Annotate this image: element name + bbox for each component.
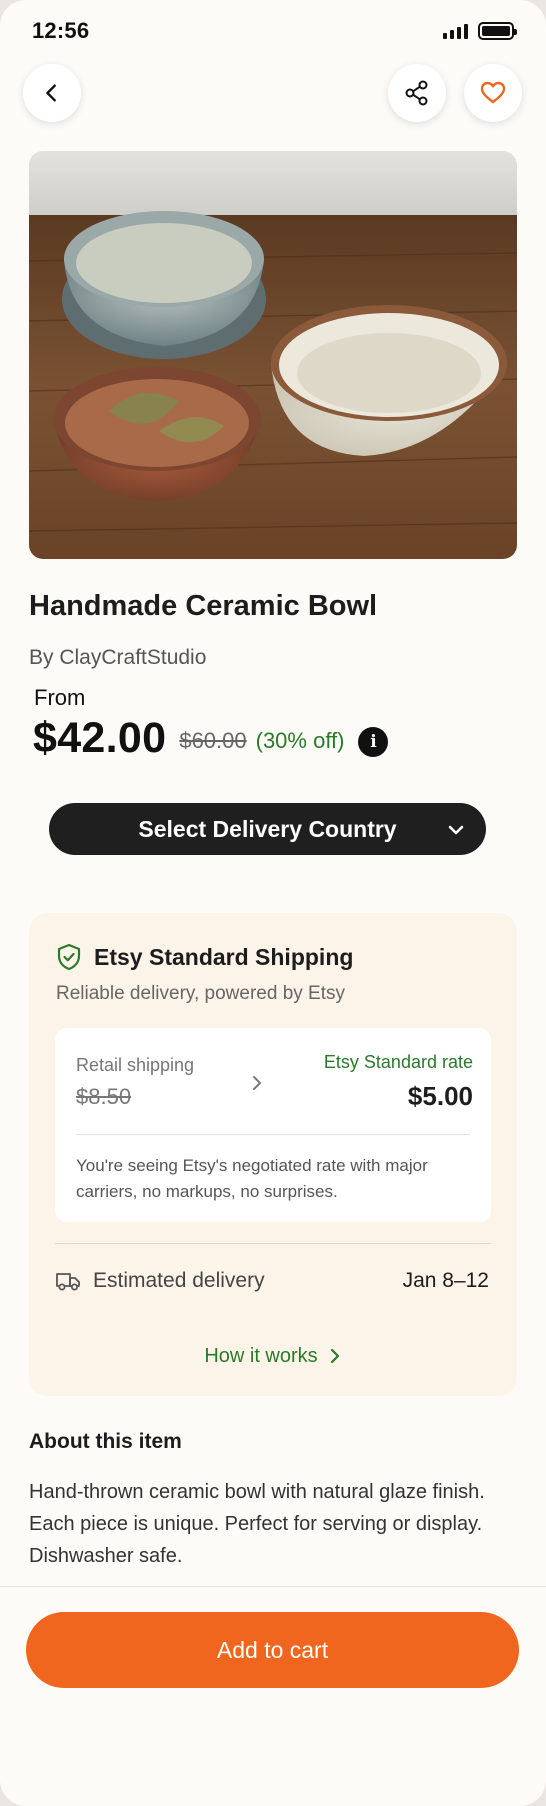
price: $42.00 [33, 713, 167, 762]
add-to-cart-label: Add to cart [216, 1636, 329, 1663]
status-icons [443, 22, 517, 40]
rate-comparison: Retail shipping $8.50 Etsy Standard rate… [55, 1028, 491, 1222]
divider [76, 1134, 470, 1135]
heart-icon [480, 81, 506, 104]
seller-link[interactable]: By ClayCraftStudio [29, 646, 206, 670]
product-image[interactable] [29, 151, 517, 559]
add-to-cart-button[interactable]: Add to cart [26, 1612, 519, 1688]
how-it-works-label: How it works [204, 1344, 318, 1367]
signal-icon [443, 23, 468, 39]
battery-icon [478, 22, 517, 40]
status-time: 12:56 [32, 18, 90, 43]
back-button[interactable] [23, 64, 81, 122]
estimated-delivery-label: Estimated delivery [93, 1269, 265, 1292]
from-label: From [34, 685, 86, 710]
price-row: $42.00 $60.00 (30% off) i [33, 712, 389, 764]
chevron-right-icon [253, 1076, 261, 1090]
about-title: About this item [29, 1430, 182, 1453]
retail-shipping-price: $8.50 [76, 1084, 132, 1109]
status-bar: 12:56 [0, 0, 546, 62]
share-icon [405, 80, 428, 106]
share-button[interactable] [388, 64, 446, 122]
shipping-title: Etsy Standard Shipping [94, 943, 354, 970]
shipping-subtitle: Reliable delivery, powered by Etsy [56, 983, 346, 1004]
about-text: Hand-thrown ceramic bowl with natural gl… [29, 1481, 485, 1567]
chevron-right-icon [330, 1348, 339, 1364]
how-it-works-link[interactable]: How it works [29, 1341, 517, 1371]
truck-icon [56, 1273, 80, 1291]
chevron-down-icon [448, 825, 464, 835]
product-photo [29, 151, 517, 559]
rate-note: You're seeing Etsy's negotiated rate wit… [76, 1156, 428, 1201]
delivery-country-label: Select Delivery Country [138, 815, 397, 842]
estimated-delivery-row: Estimated delivery Jan 8–12 [55, 1263, 489, 1299]
estimated-delivery-left: Estimated delivery [55, 1269, 265, 1293]
shield-check-icon [57, 943, 81, 971]
favorite-button[interactable] [464, 64, 522, 122]
product-title: Handmade Ceramic Bowl [29, 590, 378, 622]
chevron-left-icon [46, 84, 56, 102]
divider [0, 1586, 546, 1587]
estimated-delivery-date: Jan 8–12 [402, 1269, 489, 1292]
delivery-country-select[interactable]: Select Delivery Country [49, 803, 486, 855]
retail-shipping-label: Retail shipping [76, 1055, 195, 1075]
original-price: $60.00 [179, 728, 247, 753]
shipping-card: Etsy Standard Shipping Reliable delivery… [29, 913, 517, 1396]
etsy-rate-price: $5.00 [407, 1081, 473, 1111]
info-icon[interactable]: i [358, 727, 389, 757]
product-screen: 12:56 Handmade Ceramic Bowl By ClayCraft… [0, 0, 546, 1806]
discount-label: (30% off) [255, 728, 345, 753]
divider [55, 1243, 491, 1244]
shipping-title-row: Etsy Standard Shipping [56, 943, 353, 971]
etsy-rate-label: Etsy Standard rate [323, 1052, 473, 1072]
